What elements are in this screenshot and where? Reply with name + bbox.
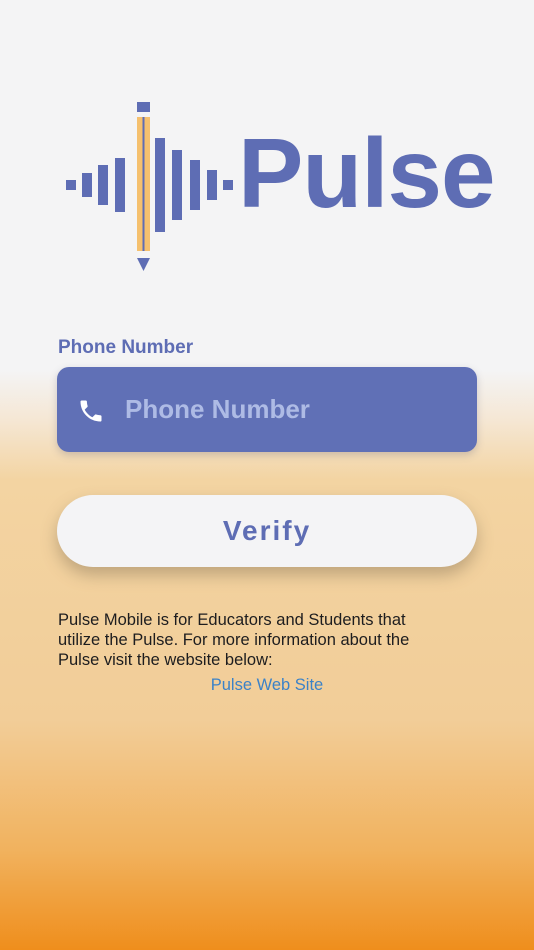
- phone-number-label: Phone Number: [58, 337, 194, 358]
- logo-wordmark: Pulse: [238, 118, 495, 228]
- phone-number-input[interactable]: [125, 387, 455, 431]
- info-text: Pulse Mobile is for Educators and Studen…: [58, 611, 410, 669]
- verify-button[interactable]: Verify: [57, 495, 477, 567]
- pulse-logo: Pulse: [62, 100, 495, 275]
- phone-icon: [80, 400, 102, 422]
- phone-number-field[interactable]: [57, 367, 477, 452]
- sound-wave-pencil-icon: [66, 102, 233, 271]
- pulse-web-site-link[interactable]: Pulse Web Site: [0, 676, 534, 695]
